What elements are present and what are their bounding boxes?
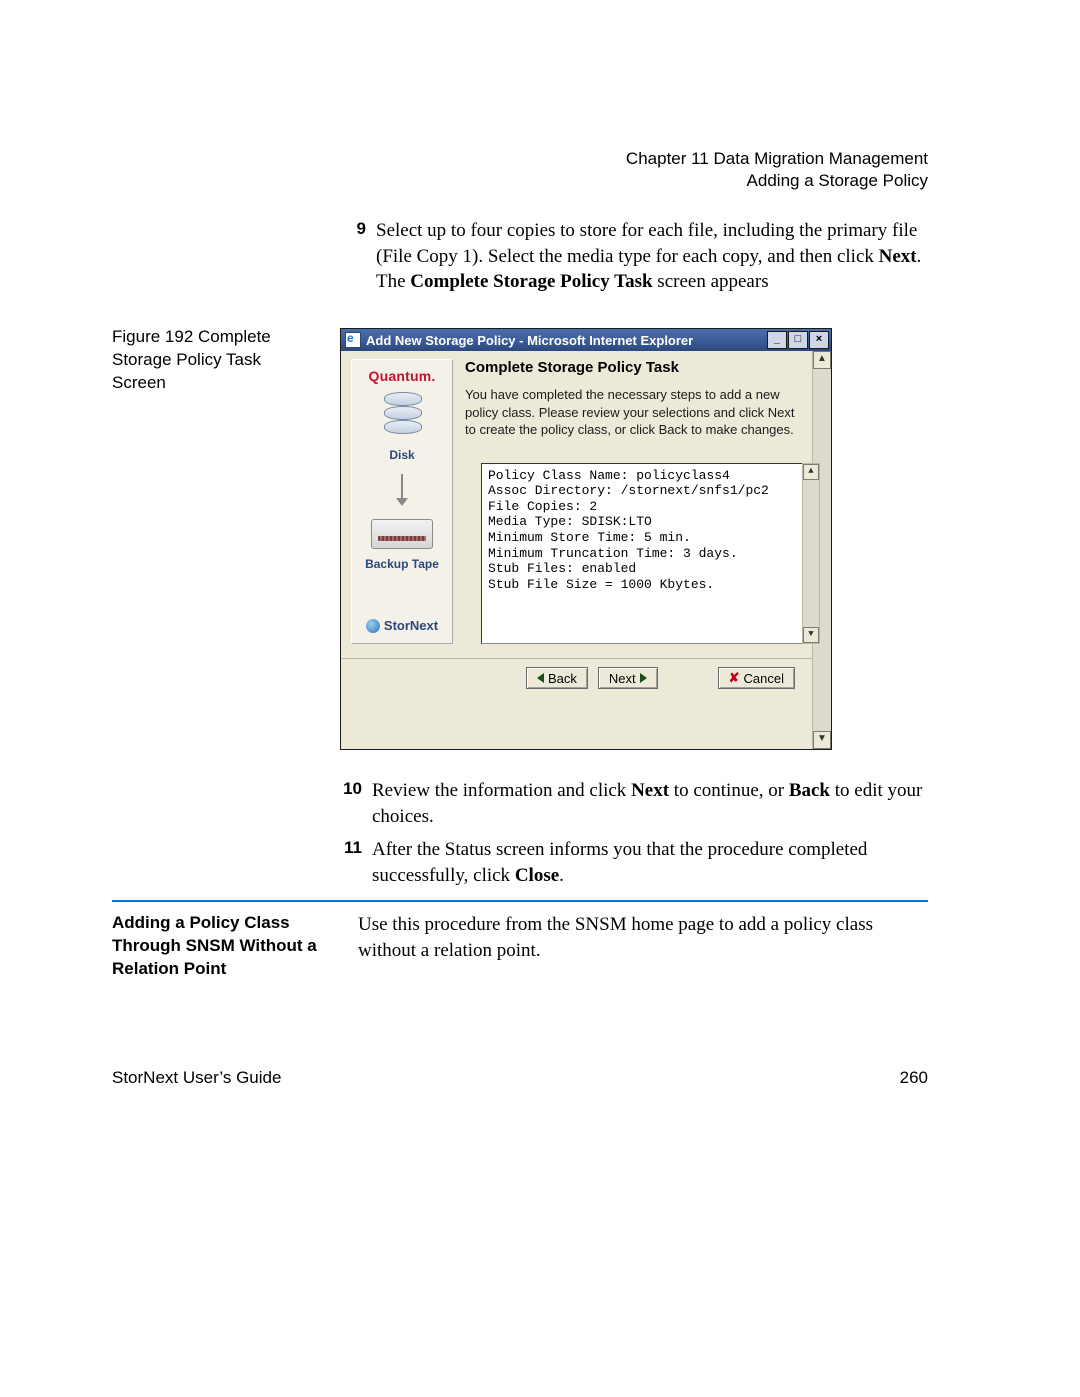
summary-text: Policy Class Name: policyclass4 Assoc Di… [488, 468, 796, 593]
header-chapter: Chapter 11 Data Migration Management [626, 148, 928, 170]
step: 10Review the information and click Next … [336, 778, 936, 829]
product-name: StorNext [384, 618, 438, 633]
cancel-label: Cancel [744, 671, 784, 686]
text-run: . [559, 865, 564, 886]
tape-icon [371, 519, 433, 549]
brand-logo: Quantum. [369, 368, 436, 384]
page: Chapter 11 Data Migration Management Add… [0, 0, 1080, 1397]
next-label: Next [609, 671, 636, 686]
footer-left: StorNext User’s Guide [112, 1068, 281, 1088]
step-number: 9 [340, 218, 376, 295]
maximize-button[interactable]: □ [788, 331, 808, 349]
bold-text: Close [515, 865, 559, 886]
page-header: Chapter 11 Data Migration Management Add… [626, 148, 928, 192]
text-run: Review the information and click [372, 780, 631, 801]
text-run: Select up to four copies to store for ea… [376, 220, 917, 267]
step: 9Select up to four copies to store for e… [340, 218, 934, 295]
ie-body: ▲ ▼ Quantum. Disk Backup Tape StorNext [341, 351, 831, 749]
window-buttons: _ □ × [767, 331, 829, 349]
header-section: Adding a Storage Policy [626, 170, 928, 192]
cancel-button[interactable]: ✘ Cancel [718, 667, 795, 689]
triangle-left-icon [537, 673, 544, 683]
step-number: 10 [336, 778, 372, 829]
rule [112, 900, 928, 902]
back-button[interactable]: Back [526, 667, 588, 689]
close-button[interactable]: × [809, 331, 829, 349]
minimize-button[interactable]: _ [767, 331, 787, 349]
product-logo: StorNext [366, 618, 438, 633]
ie-window: Add New Storage Policy - Microsoft Inter… [340, 328, 832, 750]
window-title: Add New Storage Policy - Microsoft Inter… [366, 333, 767, 348]
wizard-content: Quantum. Disk Backup Tape StorNext Compl… [341, 351, 813, 658]
scroll-up-icon[interactable]: ▲ [803, 464, 819, 480]
figure-caption: Figure 192 Complete Storage Policy Task … [112, 326, 317, 395]
steps-before-figure: 9Select up to four copies to store for e… [340, 218, 934, 303]
summary-scrollbar[interactable]: ▲ ▼ [802, 463, 820, 645]
bold-text: Next [879, 246, 917, 267]
triangle-right-icon [640, 673, 647, 683]
arrow-down-icon [401, 474, 403, 499]
scroll-up-icon[interactable]: ▲ [813, 351, 831, 369]
tape-label: Backup Tape [365, 557, 439, 571]
titlebar: Add New Storage Policy - Microsoft Inter… [341, 329, 831, 351]
text-run: After the Status screen informs you that… [372, 839, 867, 886]
x-icon: ✘ [729, 670, 740, 686]
disk-icon [380, 392, 424, 440]
ie-icon [345, 332, 361, 348]
scroll-down-icon[interactable]: ▼ [813, 731, 831, 749]
text-run: screen appears [653, 271, 769, 292]
step-body: After the Status screen informs you that… [372, 837, 936, 888]
pane-description: You have completed the necessary steps t… [465, 386, 803, 439]
wizard-pane: Complete Storage Policy Task You have co… [465, 359, 803, 644]
subsection-body: Use this procedure from the SNSM home pa… [358, 912, 928, 981]
step-body: Select up to four copies to store for ea… [376, 218, 934, 295]
subsection-title: Adding a Policy Class Through SNSM Witho… [112, 912, 322, 981]
back-label: Back [548, 671, 577, 686]
bold-text: Complete Storage Policy Task [410, 271, 652, 292]
step: 11After the Status screen informs you th… [336, 837, 936, 888]
bold-text: Next [631, 780, 669, 801]
step-body: Review the information and click Next to… [372, 778, 936, 829]
bold-text: Back [789, 780, 830, 801]
subsection: Adding a Policy Class Through SNSM Witho… [112, 900, 928, 981]
scroll-down-icon[interactable]: ▼ [803, 627, 819, 643]
steps-after-figure: 10Review the information and click Next … [336, 778, 936, 897]
disk-label: Disk [389, 448, 414, 462]
wizard-sidebar: Quantum. Disk Backup Tape StorNext [351, 359, 453, 644]
footer: StorNext User’s Guide 260 [112, 1068, 928, 1088]
stornext-icon [366, 619, 380, 633]
step-number: 11 [336, 837, 372, 888]
text-run: to continue, or [669, 780, 789, 801]
footer-page: 260 [900, 1068, 928, 1088]
pane-title: Complete Storage Policy Task [465, 359, 803, 376]
next-button[interactable]: Next [598, 667, 658, 689]
wizard-button-bar: Back Next ✘ Cancel [341, 658, 813, 699]
summary-box: Policy Class Name: policyclass4 Assoc Di… [481, 463, 803, 645]
